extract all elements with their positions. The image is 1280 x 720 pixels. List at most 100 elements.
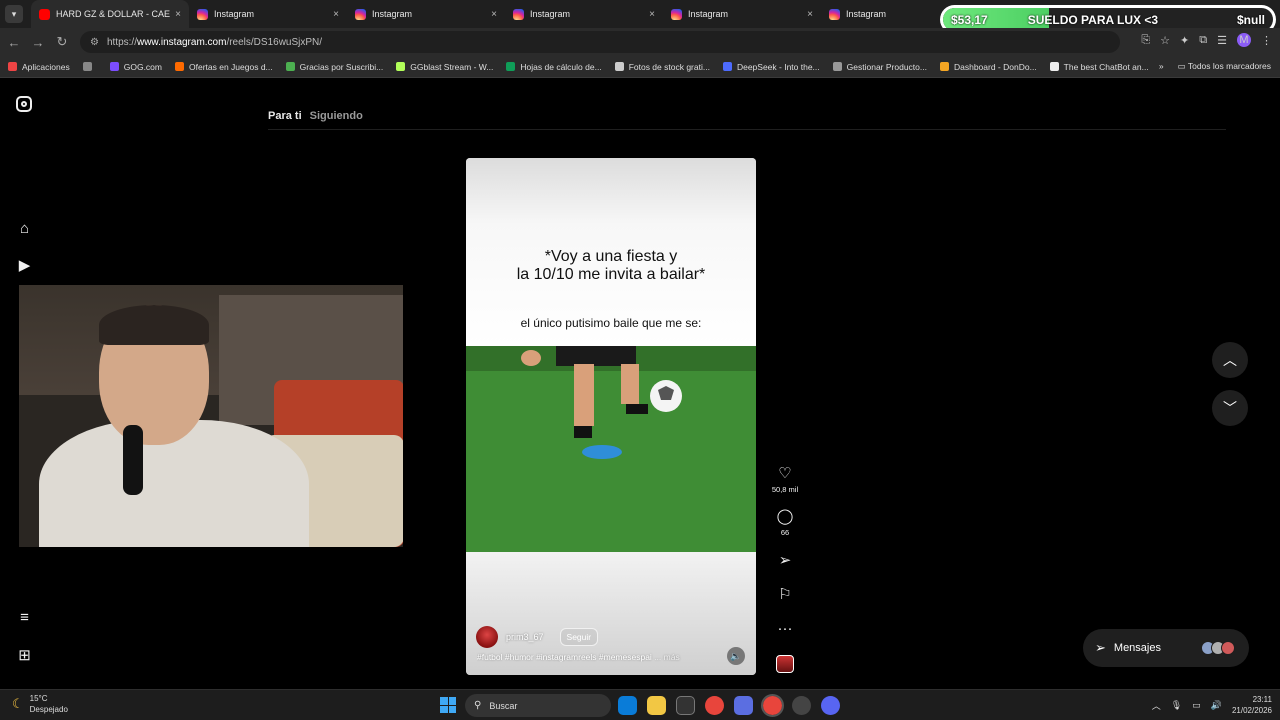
forward-icon[interactable]: →: [26, 35, 50, 50]
network-icon[interactable]: ▭: [1192, 700, 1201, 711]
clock[interactable]: 23:11 21/02/2026: [1232, 694, 1272, 716]
like-button[interactable]: ♡ 50,8 mil: [769, 465, 801, 494]
close-tab-icon[interactable]: ×: [807, 9, 813, 20]
bookmark-item[interactable]: The best ChatBot an...: [1049, 61, 1149, 72]
tab-siguiendo[interactable]: Siguiendo: [310, 110, 363, 122]
app-icon[interactable]: [734, 696, 753, 715]
search-icon: ⚲: [474, 700, 482, 711]
discord-icon[interactable]: [821, 696, 840, 715]
bookmark-star-icon[interactable]: ☆: [1160, 34, 1170, 47]
bookmark-favicon-icon: [82, 62, 92, 71]
taskbar-apps: [618, 694, 840, 717]
browser-tab[interactable]: Instagram ×: [347, 0, 505, 28]
feed-tabs: Para ti Siguiendo: [268, 110, 363, 122]
donation-right-text: $null: [1236, 12, 1265, 27]
bookmark-label: Aplicaciones: [22, 61, 70, 72]
bookmark-favicon-icon: [506, 62, 516, 71]
bookmark-item[interactable]: [82, 62, 97, 72]
save-button[interactable]: ⚐: [769, 586, 801, 604]
bookmark-item[interactable]: Aplicaciones: [8, 62, 70, 72]
like-count: 50,8 mil: [771, 485, 799, 494]
bookmark-item[interactable]: GOG.com: [109, 62, 162, 72]
extension-icon[interactable]: ✦: [1180, 34, 1189, 47]
bookmark-label: Ofertas en Juegos d...: [189, 61, 273, 72]
app-icon[interactable]: [676, 696, 695, 715]
weather-widget[interactable]: ☾ 15°C Despejado: [12, 693, 68, 715]
instagram-logo-icon[interactable]: [16, 96, 32, 112]
previous-reel-button[interactable]: ︿: [1212, 342, 1248, 378]
tab-search-button[interactable]: ▾: [5, 5, 23, 23]
bookmark-favicon-icon: [832, 62, 842, 71]
edge-icon[interactable]: [618, 696, 637, 715]
youtube-icon: [39, 8, 50, 20]
install-icon[interactable]: ⎘: [1141, 34, 1150, 47]
bookmark-item[interactable]: DeepSeek - Into the...: [722, 62, 820, 72]
browser-tab[interactable]: Instagram ×: [505, 0, 663, 28]
bookmark-item[interactable]: GGblast Stream - W...: [396, 62, 493, 72]
back-icon[interactable]: ←: [2, 35, 26, 50]
instagram-icon: [355, 8, 366, 20]
heart-icon: ♡: [778, 465, 792, 482]
temperature: 15°C: [29, 694, 48, 703]
close-tab-icon[interactable]: ×: [175, 9, 181, 20]
close-tab-icon[interactable]: ×: [491, 9, 497, 20]
site-info-icon[interactable]: ⚙: [90, 37, 99, 48]
url-input[interactable]: ⚙ https://www.instagram.com/reels/DS16wu…: [80, 31, 1120, 53]
browser-tab[interactable]: Instagram ×: [663, 0, 821, 28]
close-tab-icon[interactable]: ×: [333, 9, 339, 20]
browser-tab[interactable]: HARD GZ & DOLLAR - CAE LA ×: [31, 0, 189, 28]
address-bar: ← → ↻ ⚙ https://www.instagram.com/reels/…: [0, 28, 1280, 56]
puzzle-icon[interactable]: ⧉: [1199, 34, 1207, 47]
tab-para-ti[interactable]: Para ti: [268, 110, 302, 122]
tab-label: HARD GZ & DOLLAR - CAE LA: [56, 9, 172, 19]
bookmark-favicon-icon: [1049, 62, 1059, 71]
bookmark-label: GGblast Stream - W...: [410, 61, 494, 72]
bookmark-favicon-icon: [109, 62, 119, 71]
bookmark-item[interactable]: Hojas de cálculo de...: [506, 62, 602, 72]
volume-icon[interactable]: 🔊: [1211, 700, 1222, 711]
audio-avatar[interactable]: [776, 655, 794, 673]
also-from-meta-icon[interactable]: ⊞: [16, 647, 33, 664]
profile-avatar[interactable]: M: [1237, 33, 1251, 47]
bookmark-icon: ⚐: [778, 586, 792, 603]
menu-list-icon[interactable]: ☰: [1217, 34, 1227, 47]
next-reel-button[interactable]: ﹀: [1212, 390, 1248, 426]
donation-amount: $53,17: [951, 12, 988, 27]
reel-title: *Voy a una fiesta y la 10/10 me invita a…: [516, 248, 706, 283]
taskbar: ☾ 15°C Despejado ⚲ Buscar ︿ 🎙 ▭ 🔊 23:11 …: [0, 689, 1280, 720]
donation-goal-text: SUELDO PARA LUX <3: [1027, 12, 1159, 27]
comment-button[interactable]: ◯ 66: [769, 508, 801, 537]
bookmark-item[interactable]: Dashboard - DonDo...: [939, 62, 1037, 72]
chevron-up-icon[interactable]: ︿: [1152, 699, 1161, 712]
soccer-scene: [466, 346, 756, 552]
bookmark-item[interactable]: Fotos de stock grati...: [614, 62, 710, 72]
share-button[interactable]: ➢: [769, 552, 801, 570]
messages-button[interactable]: ➢ Mensajes: [1083, 629, 1249, 667]
taskbar-search[interactable]: ⚲ Buscar: [465, 694, 611, 717]
chrome-active-icon[interactable]: [761, 694, 784, 717]
bookmark-item[interactable]: Gestionar Producto...: [832, 62, 927, 72]
reel-bottom-area: [466, 552, 756, 675]
bookmark-favicon-icon: [285, 62, 295, 71]
chevron-up-icon: ︿: [1223, 352, 1237, 368]
chrome-icon[interactable]: [705, 696, 724, 715]
more-options-button[interactable]: ···: [769, 620, 801, 638]
bookmarks-overflow-button[interactable]: »: [1159, 61, 1164, 72]
more-menu-icon[interactable]: ≡: [16, 609, 33, 626]
instagram-icon: [197, 8, 208, 20]
bookmark-item[interactable]: Gracias por Suscribi...: [285, 62, 383, 72]
bookmark-item[interactable]: Ofertas en Juegos d...: [175, 62, 273, 72]
all-bookmarks-button[interactable]: ▭ Todos los marcadores: [1178, 61, 1271, 72]
more-vert-icon[interactable]: ⋮: [1261, 34, 1272, 47]
obs-icon[interactable]: [792, 696, 811, 715]
reels-icon[interactable]: ▶: [16, 257, 33, 274]
bookmark-label: The best ChatBot an...: [1063, 61, 1149, 72]
microphone-icon[interactable]: 🎙: [1171, 700, 1182, 711]
home-icon[interactable]: ⌂: [16, 220, 33, 237]
reel-video[interactable]: *Voy a una fiesta y la 10/10 me invita a…: [466, 158, 756, 675]
file-explorer-icon[interactable]: [647, 696, 666, 715]
browser-tab[interactable]: Instagram ×: [189, 0, 347, 28]
reload-icon[interactable]: ↻: [50, 34, 74, 50]
start-button[interactable]: [440, 697, 456, 713]
close-tab-icon[interactable]: ×: [649, 9, 655, 20]
